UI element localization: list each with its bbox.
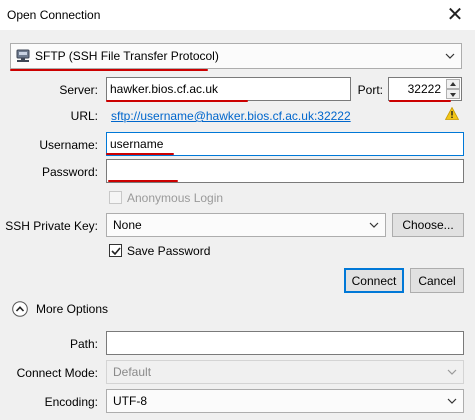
cancel-button[interactable]: Cancel (410, 268, 464, 293)
checkmark-icon (111, 247, 121, 256)
title-bar: Open Connection ✕ (0, 0, 475, 30)
server-value: hawker.bios.cf.ac.uk (110, 82, 219, 96)
close-icon[interactable]: ✕ (440, 3, 470, 27)
path-label: Path: (69, 337, 98, 351)
protocol-value: SFTP (SSH File Transfer Protocol) (35, 49, 219, 63)
encoding-label: Encoding: (44, 395, 98, 409)
server-input[interactable]: hawker.bios.cf.ac.uk (106, 77, 351, 101)
connect-mode-select[interactable]: Default (106, 360, 464, 384)
ssh-key-select[interactable]: None (106, 213, 386, 237)
connect-mode-label: Connect Mode: (16, 366, 98, 380)
encoding-select[interactable]: UTF-8 (106, 389, 464, 413)
ssh-key-label: SSH Private Key: (5, 219, 98, 233)
protocol-select[interactable]: SFTP (SSH File Transfer Protocol) (10, 43, 462, 69)
chevron-up-small-icon (450, 82, 456, 86)
anonymous-label: Anonymous Login (127, 191, 224, 205)
annotation-underline-password (108, 180, 178, 182)
anonymous-checkbox[interactable] (109, 191, 122, 204)
save-password-label: Save Password (127, 244, 211, 258)
port-spin-up[interactable] (446, 79, 460, 89)
more-options-toggle[interactable]: More Options (12, 300, 122, 318)
chevron-down-small-icon (450, 93, 456, 97)
choose-key-label: Choose... (402, 218, 454, 232)
annotation-underline-port (389, 100, 451, 102)
more-options-label: More Options (36, 302, 109, 316)
annotation-underline-username (106, 153, 174, 155)
annotation-underline-server (106, 100, 248, 102)
connect-button[interactable]: Connect (344, 268, 404, 293)
warning-icon (445, 107, 459, 120)
save-password-checkbox[interactable] (109, 244, 122, 257)
username-value: username (110, 137, 164, 151)
chevron-down-icon (447, 369, 457, 375)
port-label: Port: (357, 83, 383, 97)
connect-label: Connect (351, 273, 397, 288)
connect-mode-value: Default (113, 365, 152, 379)
encoding-value: UTF-8 (113, 394, 147, 408)
window-title: Open Connection (7, 8, 101, 22)
chevron-up-icon (12, 301, 28, 317)
path-input[interactable] (106, 331, 464, 355)
chevron-down-icon (369, 222, 379, 228)
cancel-label: Cancel (418, 273, 456, 288)
annotation-underline-protocol (10, 69, 208, 71)
url-link[interactable]: sftp://username@hawker.bios.cf.ac.uk:322… (111, 109, 351, 123)
port-spin-down[interactable] (446, 89, 460, 99)
ssh-key-value: None (113, 218, 142, 232)
chevron-down-icon (445, 53, 455, 59)
port-value: 32222 (407, 82, 441, 96)
port-input[interactable]: 32222 (388, 77, 462, 101)
choose-key-button[interactable]: Choose... (392, 213, 464, 237)
username-label: Username: (39, 138, 98, 152)
url-label: URL: (70, 109, 98, 123)
network-disk-icon (16, 49, 30, 62)
server-label: Server: (59, 83, 98, 97)
chevron-down-icon (447, 398, 457, 404)
password-label: Password: (41, 165, 98, 179)
